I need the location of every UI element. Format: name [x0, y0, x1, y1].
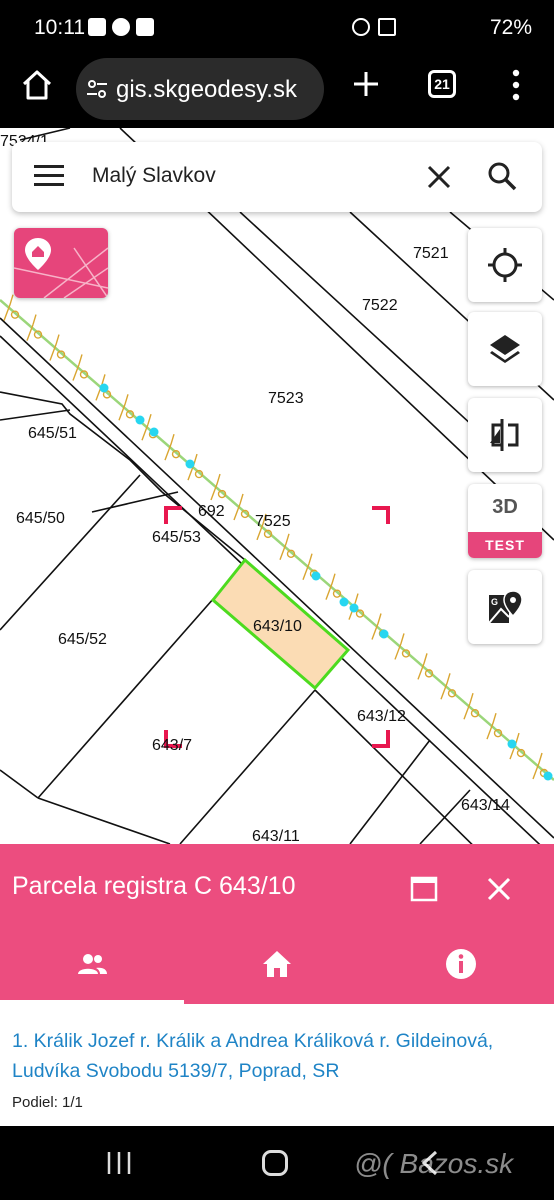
battery-percent: 72%: [489, 16, 532, 39]
home-icon: [263, 951, 291, 977]
compare-button[interactable]: [468, 398, 542, 472]
marker-top-left: [164, 506, 182, 524]
test-badge: TEST: [468, 532, 542, 558]
people-icon: [78, 954, 107, 974]
more-menu-icon[interactable]: [508, 68, 524, 102]
utility-point: [339, 597, 349, 607]
status-bar: 10:11 72%: [0, 0, 554, 56]
search-icon[interactable]: [486, 160, 518, 192]
compare-icon: [490, 419, 519, 451]
svg-text:G: G: [491, 597, 498, 607]
utility-point: [135, 415, 145, 425]
basemap-switcher-thumbnail[interactable]: [14, 228, 108, 298]
ownership-share: Podiel: 1/1: [12, 1094, 83, 1111]
parcel-label: 7523: [268, 390, 304, 407]
parcel-label: 7525: [255, 513, 291, 530]
crosshair-icon: [488, 248, 522, 282]
locate-me-button[interactable]: [468, 228, 542, 302]
utility-point: [349, 603, 359, 613]
utility-point: [185, 459, 195, 469]
tab-owners[interactable]: [0, 940, 184, 1002]
owner-link[interactable]: 1. Králik Jozef r. Králik a Andrea Králi…: [12, 1026, 532, 1086]
utility-point: [543, 771, 553, 781]
signal-icon: [378, 18, 396, 36]
parcel-label: 645/50: [16, 510, 65, 527]
browser-home-icon[interactable]: [20, 68, 54, 102]
address-bar[interactable]: gis.skgeodesy.sk: [76, 58, 324, 120]
parcel-info-panel: Parcela registra C 643/10: [0, 844, 554, 1004]
messenger-icon: [112, 18, 130, 36]
marker-top-right: [372, 506, 390, 524]
parcel-label: 645/52: [58, 631, 107, 648]
utility-point: [149, 427, 159, 437]
parcel-label: 643/14: [461, 797, 510, 814]
panel-title: Parcela registra C 643/10: [12, 872, 296, 900]
notification-icons: [88, 18, 154, 36]
three-d-button[interactable]: 3D TEST: [468, 484, 542, 558]
utility-point: [379, 629, 389, 639]
parcel-label: 643/7: [152, 737, 192, 754]
parcel-label: 645/51: [28, 425, 77, 442]
tab-building[interactable]: [185, 940, 369, 1002]
browser-toolbar: gis.skgeodesy.sk 21: [0, 56, 554, 128]
parcel-label: 692: [198, 503, 225, 520]
parcel-label: 643/10: [253, 618, 302, 635]
google-maps-button[interactable]: G: [468, 570, 542, 644]
site-settings-icon[interactable]: [86, 78, 108, 100]
youtube-icon: [136, 18, 154, 36]
marker-bottom-right: [372, 730, 390, 748]
status-time: 10:11: [34, 16, 85, 39]
utility-point: [507, 739, 517, 749]
utility-point: [99, 383, 109, 393]
parcel-label: 643/11: [252, 828, 300, 844]
map-pin-icon: G: [488, 590, 523, 624]
alarm-icon: [352, 18, 370, 36]
maximize-icon[interactable]: [410, 876, 438, 902]
search-input[interactable]: Malý Slavkov: [92, 164, 216, 188]
panel-content: 1. Králik Jozef r. Králik a Andrea Králi…: [0, 1004, 554, 1126]
new-tab-icon[interactable]: [350, 68, 382, 100]
nav-home-icon[interactable]: [262, 1150, 288, 1176]
parcel-label: 645/53: [152, 529, 201, 546]
watermark: @( Bazos.sk: [354, 1148, 514, 1179]
parcel-label: 643/12: [357, 708, 406, 725]
tab-switcher-button[interactable]: 21: [428, 70, 456, 98]
gallery-icon: [88, 18, 106, 36]
hamburger-menu-icon[interactable]: [34, 165, 64, 187]
utility-point: [311, 571, 321, 581]
parcel-label: 7521: [413, 245, 449, 262]
url-text: gis.skgeodesy.sk: [116, 76, 297, 103]
recent-apps-icon[interactable]: [106, 1152, 132, 1174]
close-icon[interactable]: [486, 876, 512, 902]
system-icons: [352, 18, 396, 36]
search-bar: Malý Slavkov: [12, 142, 542, 212]
info-icon: [446, 949, 476, 979]
three-d-label: 3D: [492, 496, 518, 518]
layers-icon: [490, 335, 520, 363]
clear-search-icon[interactable]: [426, 164, 452, 190]
parcel-label: 7522: [362, 297, 398, 314]
tab-info[interactable]: [369, 940, 553, 1002]
layers-button[interactable]: [468, 312, 542, 386]
